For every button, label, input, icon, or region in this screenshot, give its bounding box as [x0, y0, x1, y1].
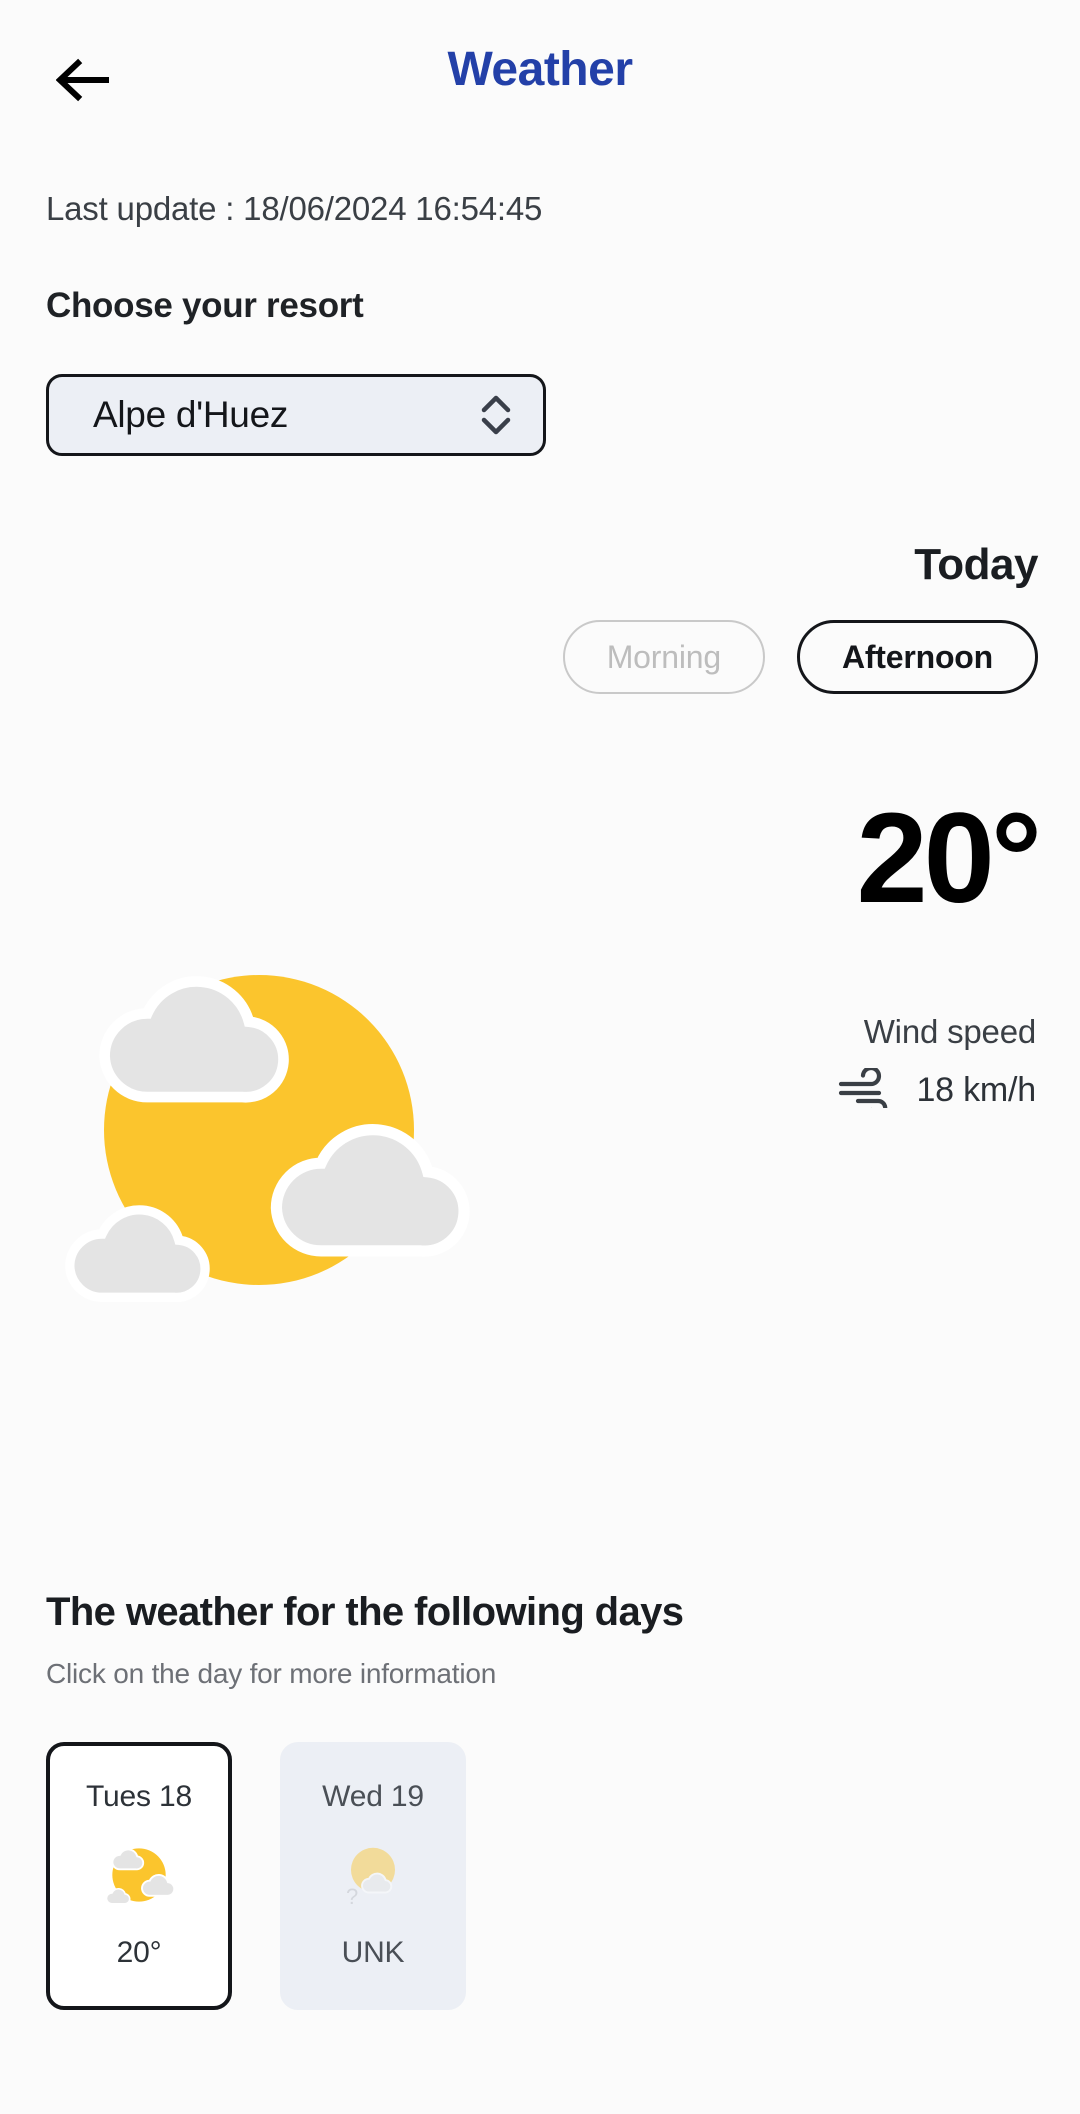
weather-screen: Weather Last update : 18/06/2024 16:54:4…	[0, 0, 1080, 2114]
day-card-temp: UNK	[341, 1936, 405, 1969]
sun-behind-clouds-icon	[96, 1838, 182, 1912]
app-bar: Weather	[0, 0, 1080, 160]
question-mark-icon: ?	[346, 1884, 359, 1909]
wind-speed-row: 18 km/h	[838, 1065, 1036, 1118]
period-afternoon-button[interactable]: Afternoon	[796, 620, 1038, 694]
resort-selected-value: Alpe d'Huez	[93, 394, 289, 435]
day-card-wed-19[interactable]: Wed 19 ? UNK	[280, 1742, 466, 2010]
sun-behind-clouds-icon	[44, 915, 474, 1345]
wind-icon	[838, 1065, 894, 1118]
resort-label: Choose your resort	[46, 286, 364, 325]
last-update-text: Last update : 18/06/2024 16:54:45	[46, 190, 543, 227]
page-title: Weather	[447, 43, 633, 96]
day-card-name: Wed 19	[322, 1780, 424, 1813]
chevron-up-down-icon	[479, 392, 513, 438]
following-days-title: The weather for the following days	[46, 1590, 684, 1634]
day-card-tues-18[interactable]: Tues 18 20°	[46, 1742, 232, 2010]
day-card-name: Tues 18	[86, 1780, 192, 1813]
period-toggle-group: Morning Afternoon	[562, 620, 1038, 694]
wind-speed-value: 18 km/h	[916, 1071, 1036, 1109]
following-days-subtitle: Click on the day for more information	[46, 1658, 497, 1689]
wind-speed-label: Wind speed	[863, 1013, 1036, 1050]
resort-select[interactable]: Alpe d'Huez	[46, 374, 546, 456]
day-card-temp: 20°	[116, 1936, 162, 1969]
unknown-weather-icon: ?	[330, 1838, 416, 1912]
period-morning-button[interactable]: Morning	[562, 620, 765, 694]
today-heading: Today	[914, 540, 1038, 589]
day-card-list: Tues 18 20° Wed 19 ? UNK	[46, 1742, 466, 2010]
current-temperature: 20°	[856, 787, 1042, 930]
